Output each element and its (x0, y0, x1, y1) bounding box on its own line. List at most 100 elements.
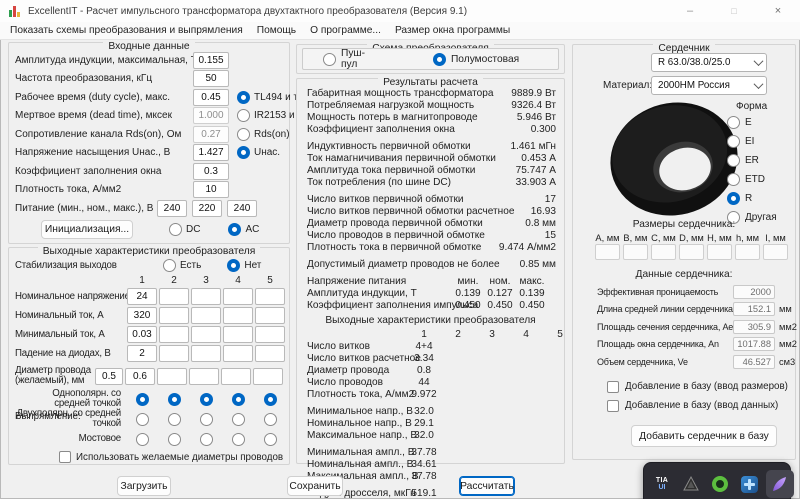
core-data-rows: Эффективная проницаемость 2000 Длина средн… (573, 283, 797, 371)
grid-input[interactable]: 320 (127, 307, 157, 324)
grid-input[interactable] (221, 367, 251, 385)
rectifier-radio[interactable] (167, 412, 181, 426)
load-button[interactable]: Загрузить (117, 476, 171, 496)
use-wire-checkbox[interactable] (59, 451, 71, 463)
supply-input[interactable]: 240 (157, 199, 187, 217)
field-input[interactable]: 10 (193, 181, 229, 199)
size-input[interactable] (735, 244, 760, 260)
grid-input[interactable]: 24 (127, 288, 157, 305)
rectifier-radio[interactable] (135, 392, 149, 406)
rectifier-radio[interactable] (199, 412, 213, 426)
field-input[interactable]: 0.155 (193, 51, 229, 69)
rectifier-radio[interactable] (263, 412, 277, 426)
menu-item-3[interactable]: Размер окна программы (395, 25, 510, 36)
field-label: Рабочее время (duty cycle), макс. (15, 91, 170, 103)
grid-input[interactable] (223, 288, 253, 305)
wire-extra-input[interactable]: 0.5 (95, 367, 123, 385)
core-data-row: Объем сердечника, Ve 46.527 см3 (573, 353, 795, 371)
grid-input[interactable] (255, 326, 285, 343)
grid-input[interactable] (255, 345, 285, 362)
stabilization-radio[interactable] (163, 258, 176, 272)
field-input[interactable]: 50 (193, 70, 229, 88)
maximize-icon[interactable]: □ (712, 0, 756, 22)
rectifier-radio[interactable] (135, 412, 149, 426)
init-button[interactable]: Инициализация... (41, 220, 133, 239)
size-input[interactable] (595, 244, 620, 260)
blue-app-icon[interactable] (737, 472, 761, 496)
menu-item-2[interactable]: О программе... (310, 25, 381, 36)
grid-input[interactable] (189, 367, 219, 385)
size-input[interactable] (763, 244, 788, 260)
grid-input[interactable] (255, 288, 285, 305)
material-select[interactable]: 2000НМ Россия (651, 76, 767, 95)
rectifier-radio[interactable] (231, 392, 245, 406)
calculate-button[interactable]: Рассчитать (459, 476, 515, 496)
grid-input[interactable]: 2 (127, 345, 157, 362)
rectifier-radio[interactable] (199, 432, 213, 446)
shape-radio[interactable] (727, 135, 740, 148)
add-core-button[interactable]: Добавить сердечник в базу (631, 425, 777, 447)
save-button[interactable]: Сохранить (287, 476, 343, 496)
minimize-icon[interactable]: – (668, 0, 712, 22)
grid-input[interactable] (159, 326, 189, 343)
stabilization-radio[interactable] (227, 258, 241, 272)
menu-item-0[interactable]: Показать схемы преобразования и выпрямле… (10, 25, 243, 36)
driver-radio[interactable] (237, 90, 250, 104)
field-input[interactable]: 0.27 (193, 125, 229, 143)
tia-portal-icon[interactable]: TIA UI (650, 472, 674, 496)
field-input[interactable]: 0.3 (193, 162, 229, 180)
result-value: 9889.9 Вт (511, 87, 556, 99)
size-input[interactable] (651, 244, 676, 260)
core-type-select[interactable]: R 63.0/38.0/25.0 (651, 53, 767, 72)
supply-type-radio[interactable] (228, 223, 242, 236)
field-input[interactable]: 1.000 (193, 107, 229, 125)
supply-input[interactable]: 220 (192, 199, 222, 217)
driver-radio[interactable] (237, 146, 250, 160)
menu-item-1[interactable]: Помощь (257, 25, 296, 36)
grid-input[interactable] (159, 288, 189, 305)
dark-triangle-icon[interactable] (679, 472, 703, 496)
size-input[interactable] (679, 244, 704, 260)
grid-input[interactable]: 0.03 (127, 326, 157, 343)
scheme-radio[interactable] (432, 52, 446, 66)
purple-feather-icon[interactable] (766, 470, 794, 498)
grid-input[interactable]: 0.6 (125, 367, 155, 385)
grid-input[interactable] (157, 367, 187, 385)
grid-input[interactable] (191, 307, 221, 324)
grid-input[interactable] (191, 288, 221, 305)
add-to-base-checkbox[interactable] (607, 380, 619, 393)
shape-radio[interactable] (727, 154, 740, 167)
driver-radio[interactable] (237, 127, 250, 141)
grid-input[interactable] (223, 345, 253, 362)
driver-radio[interactable] (237, 109, 250, 123)
rectifier-radio[interactable] (231, 432, 245, 446)
grid-input[interactable] (223, 326, 253, 343)
rectifier-radio[interactable] (263, 432, 277, 446)
shape-radio[interactable] (727, 173, 740, 186)
grid-input[interactable] (223, 307, 253, 324)
grid-input[interactable] (253, 367, 283, 385)
grid-input[interactable] (191, 345, 221, 362)
grid-input[interactable] (159, 345, 189, 362)
field-input[interactable]: 1.427 (193, 144, 229, 162)
grid-input[interactable] (191, 326, 221, 343)
rectifier-radio[interactable] (135, 432, 149, 446)
shape-radio[interactable] (727, 192, 740, 205)
size-input[interactable] (623, 244, 648, 260)
field-input[interactable]: 0.45 (193, 88, 229, 106)
rectifier-radio[interactable] (199, 392, 213, 406)
grid-input[interactable] (255, 307, 285, 324)
rectifier-radio[interactable] (167, 432, 181, 446)
supply-input[interactable]: 240 (227, 199, 257, 217)
rectifier-radio[interactable] (231, 412, 245, 426)
rectifier-radio[interactable] (263, 392, 277, 406)
rectifier-radio[interactable] (167, 392, 181, 406)
add-to-base-checkbox[interactable] (607, 399, 619, 412)
supply-type-radio[interactable] (169, 223, 182, 236)
size-input[interactable] (707, 244, 732, 260)
shape-radio[interactable] (727, 116, 740, 129)
close-icon[interactable]: × (756, 0, 800, 22)
scheme-radio[interactable] (323, 52, 336, 66)
grid-input[interactable] (159, 307, 189, 324)
green-app-icon[interactable] (708, 472, 732, 496)
